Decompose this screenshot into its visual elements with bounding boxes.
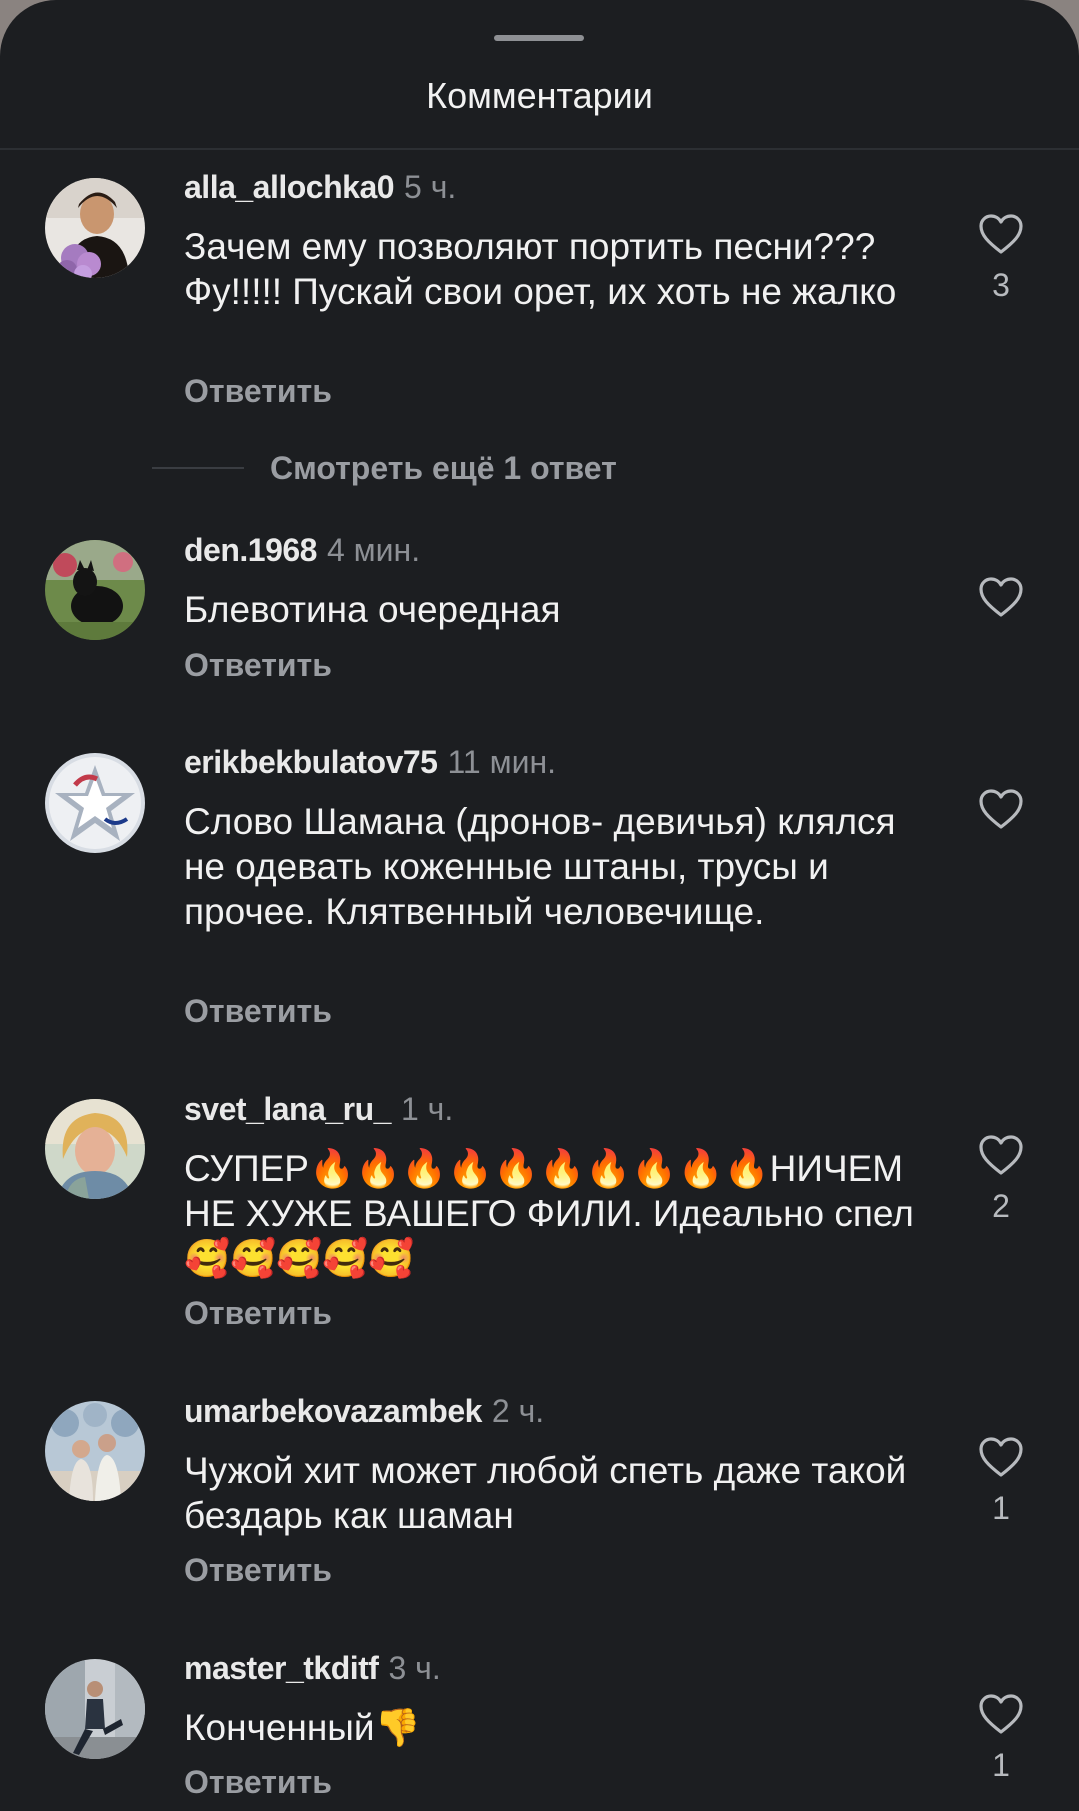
heart-outline-icon bbox=[979, 214, 1023, 254]
timestamp: 1 ч. bbox=[400, 1091, 454, 1127]
like-count: 3 bbox=[992, 267, 1010, 303]
timestamp: 2 ч. bbox=[491, 1393, 545, 1429]
heart-outline-icon bbox=[979, 1437, 1023, 1477]
comment-text: СУПЕР🔥🔥🔥🔥🔥🔥🔥🔥🔥🔥НИЧЕМ НЕ ХУЖЕ ВАШЕГО ФИЛИ… bbox=[184, 1148, 914, 1279]
like-button[interactable]: 1 bbox=[972, 1693, 1030, 1785]
comment-meta: master_tkditf 3 ч. bbox=[184, 1648, 441, 1688]
username[interactable]: umarbekovazambek bbox=[184, 1393, 482, 1429]
like-button[interactable]: 3 bbox=[972, 213, 1030, 305]
timestamp: 5 ч. bbox=[404, 169, 457, 205]
comment-text: Зачем ему позволяют портить песни??? Фу!… bbox=[184, 226, 897, 312]
username[interactable]: alla_allochka0 bbox=[184, 169, 395, 205]
header-divider bbox=[0, 148, 1079, 150]
heart-outline-icon bbox=[979, 577, 1023, 617]
comment-meta: erikbekbulatov75 11 мин. bbox=[184, 742, 556, 782]
avatar[interactable] bbox=[45, 1659, 145, 1759]
like-button[interactable] bbox=[972, 788, 1030, 840]
drag-handle[interactable] bbox=[494, 35, 584, 41]
comment-meta: umarbekovazambek 2 ч. bbox=[184, 1391, 544, 1431]
avatar[interactable] bbox=[45, 753, 145, 853]
username[interactable]: master_tkditf bbox=[184, 1650, 379, 1686]
comment-meta: alla_allochka0 5 ч. bbox=[184, 167, 456, 207]
avatar[interactable] bbox=[45, 1401, 145, 1501]
avatar[interactable] bbox=[45, 1099, 145, 1199]
like-button[interactable]: 2 bbox=[972, 1134, 1030, 1226]
sheet-title: Комментарии bbox=[426, 75, 653, 116]
heart-outline-icon bbox=[979, 1135, 1023, 1175]
avatar[interactable] bbox=[45, 540, 145, 640]
timestamp: 3 ч. bbox=[388, 1650, 441, 1686]
view-more-replies-label: Смотреть ещё 1 ответ bbox=[270, 449, 617, 486]
reply-button[interactable]: Ответить bbox=[184, 371, 332, 411]
reply-button[interactable]: Ответить bbox=[184, 645, 332, 685]
comment-text: Блевотина очередная bbox=[184, 589, 561, 630]
like-count: 2 bbox=[992, 1188, 1010, 1224]
like-button[interactable]: 1 bbox=[972, 1436, 1030, 1528]
username[interactable]: svet_lana_ru_ bbox=[184, 1091, 391, 1127]
thread-line bbox=[152, 467, 244, 469]
like-count: 1 bbox=[992, 1490, 1010, 1526]
view-more-replies[interactable]: Смотреть ещё 1 ответ bbox=[152, 448, 617, 488]
comment-text: Чужой хит может любой спеть даже такой б… bbox=[184, 1450, 907, 1536]
timestamp: 4 мин. bbox=[326, 532, 421, 568]
avatar[interactable] bbox=[45, 178, 145, 278]
reply-button[interactable]: Ответить bbox=[184, 991, 332, 1031]
like-count: 1 bbox=[992, 1747, 1010, 1783]
timestamp: 11 мин. bbox=[447, 744, 556, 780]
comment-text: Слово Шамана (дронов- девичья) клялся не… bbox=[184, 801, 896, 932]
heart-outline-icon bbox=[979, 789, 1023, 829]
comment-meta: svet_lana_ru_ 1 ч. bbox=[184, 1089, 453, 1129]
comments-sheet: Комментарии alla_allochka0 5 ч. Зачем ему… bbox=[0, 0, 1079, 1811]
reply-button[interactable]: Ответить bbox=[184, 1550, 332, 1590]
comment-text: Конченный👎 bbox=[184, 1707, 421, 1748]
reply-button[interactable]: Ответить bbox=[184, 1762, 332, 1802]
like-button[interactable] bbox=[972, 576, 1030, 628]
username[interactable]: den.1968 bbox=[184, 532, 317, 568]
comment-meta: den.1968 4 мин. bbox=[184, 530, 420, 570]
reply-button[interactable]: Ответить bbox=[184, 1293, 332, 1333]
heart-outline-icon bbox=[979, 1694, 1023, 1734]
username[interactable]: erikbekbulatov75 bbox=[184, 744, 438, 780]
